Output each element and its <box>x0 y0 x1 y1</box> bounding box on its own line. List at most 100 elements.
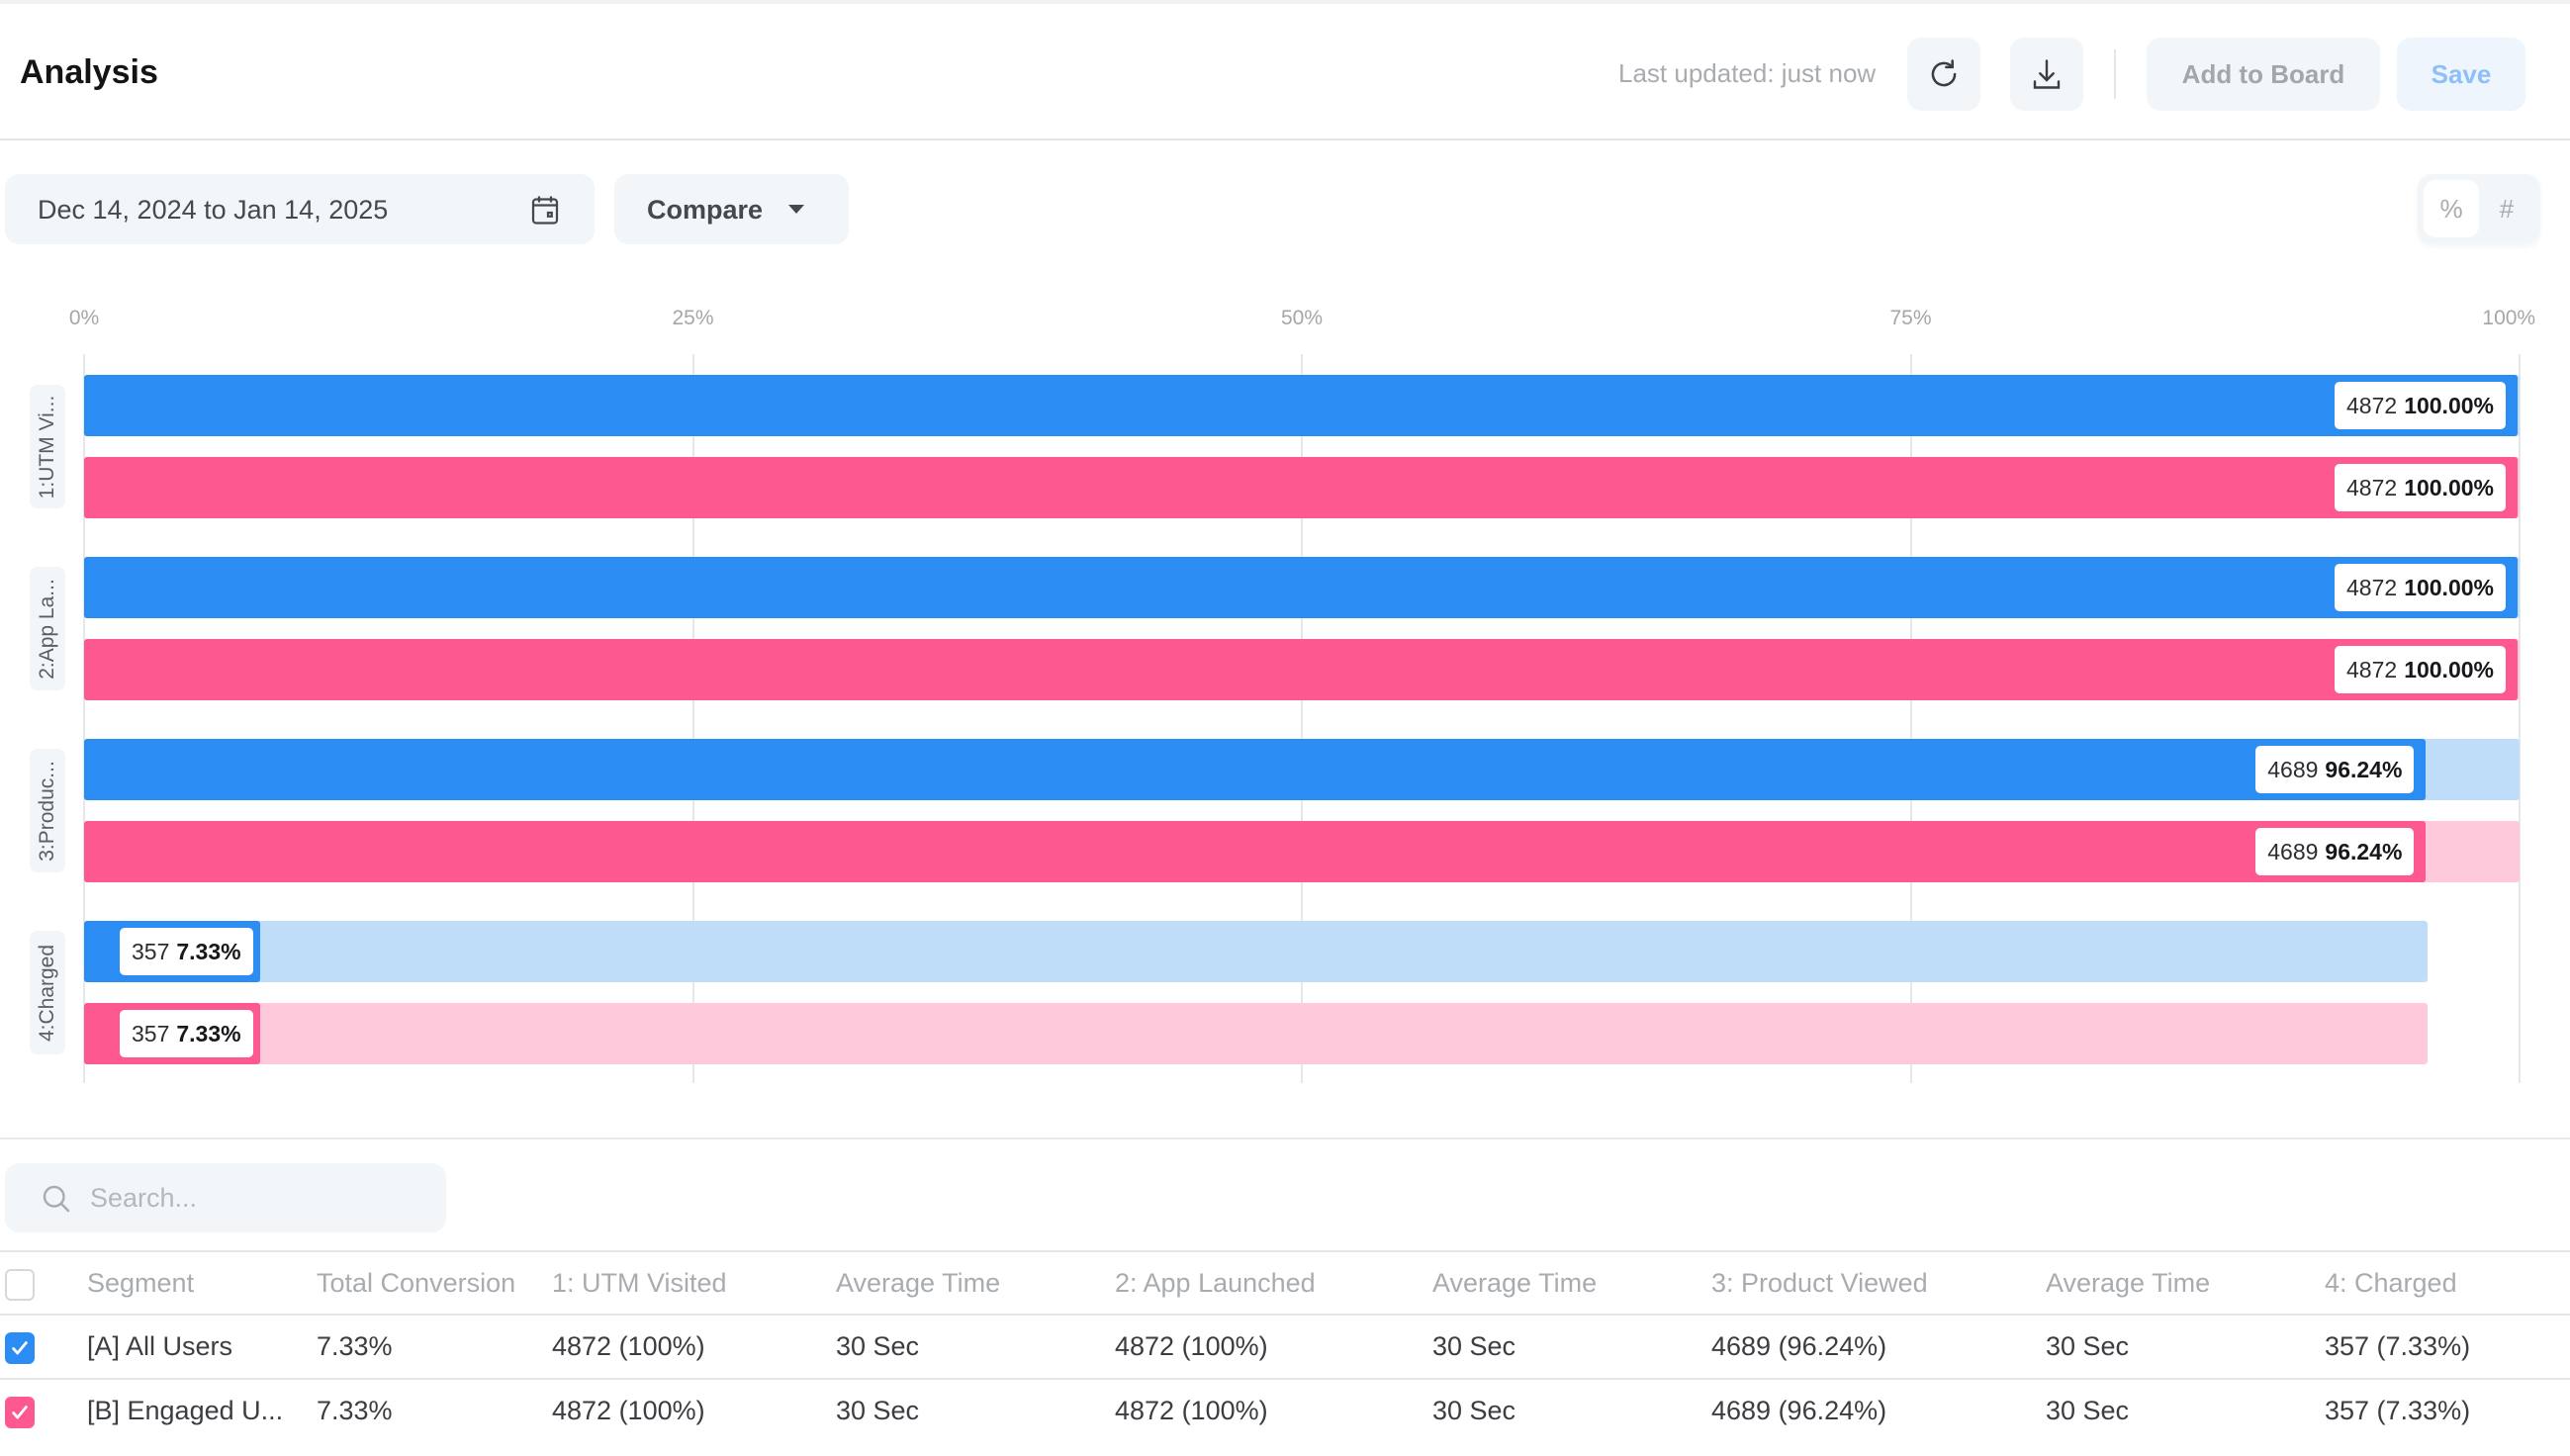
add-to-board-button[interactable]: Add to Board <box>2147 38 2380 111</box>
check-icon <box>12 1341 28 1355</box>
date-range-text: Dec 14, 2024 to Jan 14, 2025 <box>38 195 389 225</box>
bar-a[interactable] <box>84 739 2427 800</box>
bar-value-label: 4872 100.00% <box>2335 646 2506 693</box>
table-cell: 4872 (100%) <box>552 1396 705 1425</box>
select-all-checkbox[interactable] <box>5 1269 35 1301</box>
count-toggle[interactable]: # <box>2479 180 2534 237</box>
step-label: 2:App La... <box>30 567 65 690</box>
table-cell: 357 (7.33%) <box>2325 1396 2471 1425</box>
date-range-picker[interactable]: Dec 14, 2024 to Jan 14, 2025 <box>5 174 595 244</box>
download-icon <box>2033 59 2061 89</box>
table-cell: 30 Sec <box>1432 1331 1516 1361</box>
table-cell: 30 Sec <box>2046 1396 2130 1425</box>
bar-percent: 100.00% <box>2404 574 2494 600</box>
table-cell: 30 Sec <box>2046 1331 2130 1361</box>
bar-a[interactable] <box>84 375 2518 436</box>
bar-a[interactable] <box>84 557 2518 618</box>
download-button[interactable] <box>2010 38 2083 111</box>
step-label: 4:Charged <box>30 931 65 1054</box>
table-cell: 30 Sec <box>1432 1396 1516 1425</box>
caret-down-icon <box>788 205 804 214</box>
search-icon <box>43 1185 70 1213</box>
bar-count: 4689 <box>2267 756 2319 782</box>
calendar-icon <box>531 196 559 225</box>
column-header: Segment <box>87 1268 195 1298</box>
column-header: Average Time <box>1432 1268 1598 1298</box>
x-tick-label: 75% <box>1889 307 1932 329</box>
x-tick-label: 100% <box>2482 307 2536 329</box>
table-cell: 4872 (100%) <box>1115 1396 1268 1425</box>
step-label: 3:Produc... <box>30 749 65 872</box>
table-cell: 4689 (96.24%) <box>1711 1396 1887 1425</box>
table-header: Segment Total Conversion 1: UTM Visited Ave… <box>0 1250 2570 1314</box>
step-label-text: 4:Charged <box>36 944 58 1042</box>
column-header: Average Time <box>2046 1268 2211 1298</box>
bar-percent: 100.00% <box>2404 656 2494 682</box>
bar-value-label: 4872 100.00% <box>2335 464 2506 511</box>
search-input[interactable] <box>90 1163 426 1232</box>
row-checkbox[interactable] <box>5 1397 35 1428</box>
bar-value-label: 4872 100.00% <box>2335 564 2506 611</box>
column-header: 2: App Launched <box>1115 1268 1316 1298</box>
page-title: Analysis <box>20 53 158 91</box>
bar-value-label: 4872 100.00% <box>2335 382 2506 429</box>
bar-percent: 96.24% <box>2325 838 2403 864</box>
table-cell: 30 Sec <box>836 1331 920 1361</box>
bar-count: 4872 <box>2346 656 2398 682</box>
display-mode-toggle: % # <box>2418 174 2540 244</box>
bar-b[interactable] <box>84 639 2518 700</box>
table-cell: 30 Sec <box>836 1396 920 1425</box>
bar-value-label: 357 7.33% <box>120 928 253 975</box>
bar-dropoff-track <box>84 921 2429 982</box>
page-header: Analysis Last updated: just now Add to B… <box>0 4 2570 140</box>
table-cell: 4689 (96.24%) <box>1711 1331 1887 1361</box>
table-row: [A] All Users 7.33% 4872 (100%) 30 Sec 4872 … <box>0 1314 2570 1377</box>
table-cell: 7.33% <box>317 1331 393 1361</box>
step-label-text: 1:UTM Vi... <box>36 395 58 499</box>
x-tick-label: 0% <box>68 307 100 329</box>
x-tick-label: 50% <box>1280 307 1324 329</box>
bar-value-label: 357 7.33% <box>120 1010 253 1057</box>
step-label-text: 2:App La... <box>36 578 58 680</box>
save-button[interactable]: Save <box>2397 38 2525 111</box>
bar-percent: 100.00% <box>2404 474 2494 500</box>
refresh-button[interactable] <box>1907 38 1980 111</box>
bar-percent: 7.33% <box>176 938 241 964</box>
check-icon <box>12 1406 28 1419</box>
column-header: Average Time <box>836 1268 1001 1298</box>
column-header: 1: UTM Visited <box>552 1268 727 1298</box>
x-tick-label: 25% <box>672 307 714 329</box>
column-header: 3: Product Viewed <box>1711 1268 1928 1298</box>
section-divider <box>0 1138 2570 1139</box>
bar-dropoff-track <box>84 1003 2429 1064</box>
bar-value-label: 4689 96.24% <box>2255 746 2415 793</box>
bar-count: 357 <box>132 938 170 964</box>
header-separator <box>2114 49 2116 99</box>
compare-label: Compare <box>647 195 764 225</box>
percent-toggle[interactable]: % <box>2424 180 2479 237</box>
table-cell: 357 (7.33%) <box>2325 1331 2471 1361</box>
search-box[interactable] <box>5 1163 446 1232</box>
bar-b[interactable] <box>84 821 2427 882</box>
compare-dropdown[interactable]: Compare <box>614 174 849 244</box>
bar-b[interactable] <box>84 457 2518 518</box>
bar-count: 4689 <box>2267 838 2319 864</box>
row-checkbox[interactable] <box>5 1332 35 1364</box>
bar-percent: 100.00% <box>2404 392 2494 418</box>
segment-name: [B] Engaged U... <box>87 1396 284 1425</box>
table-cell: 7.33% <box>317 1396 393 1425</box>
bar-count: 4872 <box>2346 392 2398 418</box>
step-label-text: 3:Produc... <box>36 760 58 862</box>
refresh-icon <box>1931 59 1957 87</box>
column-header: 4: Charged <box>2325 1268 2457 1298</box>
bar-percent: 96.24% <box>2325 756 2403 782</box>
bar-count: 357 <box>132 1020 170 1046</box>
bar-count: 4872 <box>2346 474 2398 500</box>
table-cell: 4872 (100%) <box>1115 1331 1268 1361</box>
bar-percent: 7.33% <box>176 1020 241 1046</box>
last-updated-text: Last updated: just now <box>1618 58 1877 88</box>
step-label: 1:UTM Vi... <box>30 385 65 508</box>
column-header: Total Conversion <box>317 1268 516 1298</box>
bar-count: 4872 <box>2346 574 2398 600</box>
bar-value-label: 4689 96.24% <box>2255 828 2415 875</box>
